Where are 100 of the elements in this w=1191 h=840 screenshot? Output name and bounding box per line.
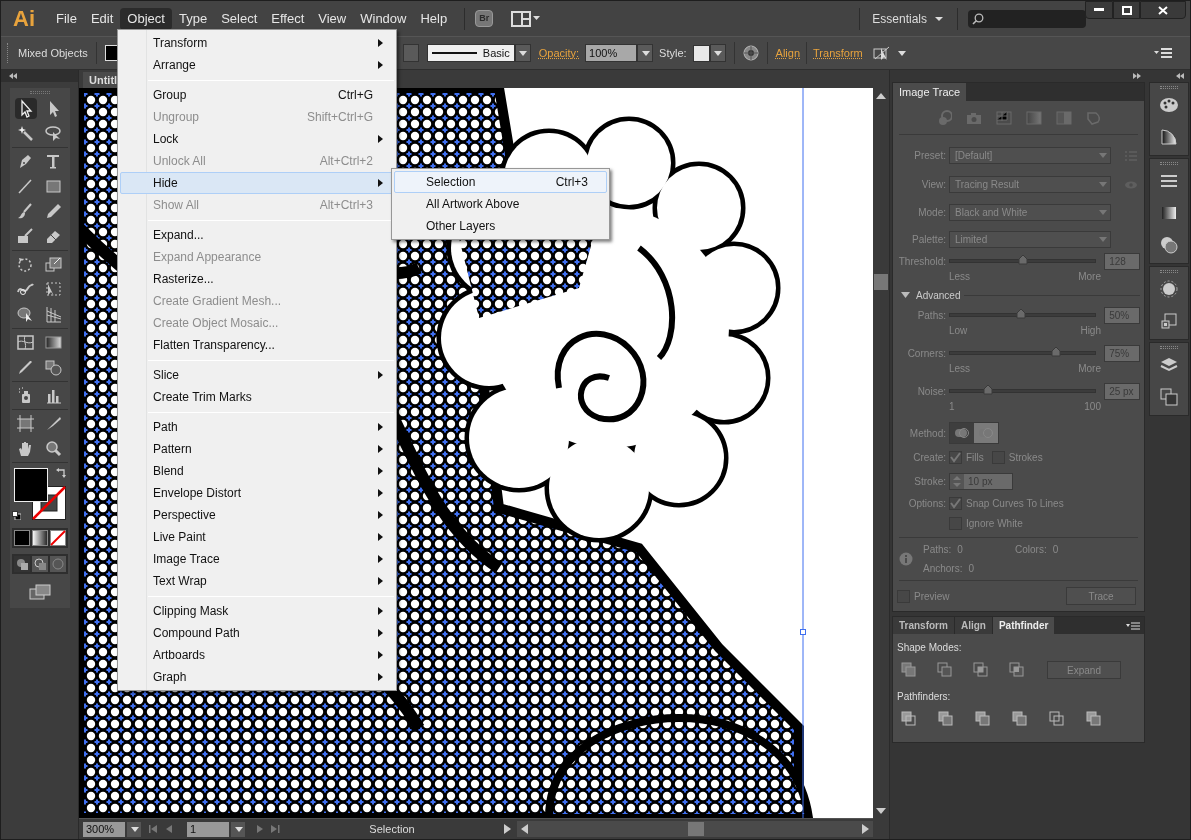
stroke-profile-field[interactable]: Basic — [426, 44, 515, 62]
menu-item[interactable]: Rasterize... — [120, 268, 394, 290]
menu-item[interactable]: Other Layers — [394, 215, 607, 237]
divide-icon[interactable] — [901, 711, 917, 727]
panel-menu-icon[interactable] — [1126, 622, 1140, 630]
intersect-icon[interactable] — [973, 662, 989, 678]
menu-item[interactable]: Window — [353, 7, 414, 30]
panel-tab[interactable]: Image Trace — [893, 83, 967, 101]
minus-back-icon[interactable] — [1086, 711, 1102, 727]
style-swatch[interactable] — [692, 44, 710, 62]
menu-item[interactable]: Object — [120, 7, 172, 30]
dashed-circle-icon[interactable] — [1158, 279, 1179, 299]
merge-icon[interactable] — [975, 711, 991, 727]
dropdown-button[interactable] — [231, 821, 245, 837]
slider-thumb[interactable] — [1017, 255, 1028, 265]
menu-item[interactable]: Edit — [83, 7, 121, 30]
scroll-thumb[interactable] — [688, 822, 704, 836]
tool-button[interactable] — [14, 98, 37, 119]
horizontal-scrollbar[interactable] — [517, 821, 873, 837]
zoom-field[interactable]: 300% — [83, 821, 125, 837]
expand-icon[interactable] — [1133, 73, 1141, 79]
advanced-toggle[interactable]: Advanced — [897, 287, 961, 303]
scroll-thumb[interactable] — [874, 273, 888, 290]
menu-item[interactable]: Expand... — [120, 224, 394, 246]
trim-icon[interactable] — [938, 711, 954, 727]
menu-item[interactable]: File — [49, 7, 84, 30]
caret-icon[interactable] — [896, 49, 906, 57]
scroll-up-icon[interactable] — [876, 92, 886, 100]
collapse-icon[interactable] — [1176, 73, 1184, 79]
default-colors-icon[interactable] — [11, 511, 21, 520]
menu-item[interactable]: Transform — [120, 32, 394, 54]
grid-squares-icon[interactable] — [995, 109, 1012, 126]
exclude-icon[interactable] — [1009, 662, 1025, 678]
menu-item[interactable]: Path — [120, 416, 394, 438]
opacity-link[interactable]: Opacity: — [538, 44, 580, 62]
screen-mode-icon[interactable] — [28, 584, 51, 600]
menu-item[interactable]: Text Wrap — [120, 570, 394, 592]
minimize-button[interactable] — [1085, 1, 1113, 19]
scroll-right-icon[interactable] — [862, 824, 870, 834]
method-toggle[interactable] — [950, 423, 974, 443]
menu-item[interactable]: Slice — [120, 364, 394, 386]
align-link[interactable]: Align — [775, 44, 801, 62]
menu-item[interactable]: Envelope Distort — [120, 482, 394, 504]
draw-behind-button[interactable] — [31, 556, 48, 572]
dropdown-button[interactable] — [127, 821, 141, 837]
checkbox[interactable] — [949, 496, 962, 510]
menu-item[interactable]: Help — [413, 7, 455, 30]
draw-inside-button[interactable] — [49, 556, 66, 572]
menu-item[interactable]: Effect — [264, 7, 312, 30]
none-button[interactable] — [49, 530, 66, 546]
menu-item[interactable]: Select — [214, 7, 265, 30]
opacity-field[interactable]: 100% — [585, 44, 638, 62]
menu-item[interactable]: Hide — [120, 172, 394, 194]
menu-item[interactable]: Blend — [120, 460, 394, 482]
draw-normal-button[interactable] — [13, 556, 30, 572]
menu-item[interactable]: All Artwork Above — [394, 193, 607, 215]
color-wheel-icon[interactable] — [742, 45, 759, 61]
panel-tab[interactable]: Align — [954, 617, 993, 634]
menu-item[interactable]: Type — [171, 7, 215, 30]
swap-arrows-icon[interactable] — [55, 468, 66, 478]
outline-icon[interactable] — [1049, 711, 1065, 727]
panel-menu-icon[interactable] — [1154, 48, 1172, 58]
menu-item[interactable]: Perspective — [120, 504, 394, 526]
transform-link[interactable]: Transform — [813, 44, 863, 62]
gradient-button[interactable] — [31, 530, 48, 546]
slider-thumb[interactable] — [1050, 347, 1061, 357]
menu-item[interactable]: Artboards — [120, 644, 394, 666]
search-field[interactable] — [968, 9, 1086, 28]
palette-icon[interactable] — [1158, 95, 1179, 115]
nested-squares-icon[interactable] — [1158, 311, 1179, 331]
isolate-object-icon[interactable] — [872, 45, 891, 61]
menu-item[interactable]: Clipping Mask — [120, 600, 394, 622]
scroll-left-icon[interactable] — [520, 824, 528, 834]
artboard-field[interactable]: 1 — [187, 821, 229, 837]
checkbox[interactable] — [949, 450, 962, 464]
menu-item[interactable]: Pattern — [120, 438, 394, 460]
unite-icon[interactable] — [901, 662, 917, 678]
dropdown-button[interactable] — [637, 44, 654, 62]
menu-item[interactable]: Lock — [120, 128, 394, 150]
maximize-button[interactable] — [1113, 1, 1140, 19]
overlapping-circles-icon[interactable] — [1158, 235, 1179, 255]
quarter-circle-gradient-icon[interactable] — [1158, 127, 1179, 147]
color-button[interactable] — [13, 530, 30, 546]
collapse-icon[interactable] — [9, 73, 17, 79]
method-toggle[interactable] — [974, 423, 998, 443]
menu-item[interactable]: View — [311, 7, 354, 30]
panel-tab[interactable]: Pathfinder — [992, 617, 1055, 634]
panel-tab[interactable]: Transform — [893, 617, 955, 634]
close-button[interactable] — [1140, 1, 1186, 19]
menu-item[interactable]: Create Trim Marks — [120, 386, 394, 408]
menu-item[interactable]: Selection Ctrl+3 — [394, 171, 607, 193]
menu-item[interactable]: Live Paint — [120, 526, 394, 548]
slider-thumb[interactable] — [982, 385, 993, 395]
crop-icon[interactable] — [1012, 711, 1028, 727]
play-arrow-icon[interactable] — [503, 824, 511, 834]
menu-item[interactable]: Image Trace — [120, 548, 394, 570]
slider-thumb[interactable] — [1016, 309, 1027, 319]
workspace-switcher[interactable]: Essentials — [872, 9, 943, 28]
overlapping-squares-icon[interactable] — [1158, 387, 1179, 407]
scroll-down-icon[interactable] — [876, 807, 886, 815]
